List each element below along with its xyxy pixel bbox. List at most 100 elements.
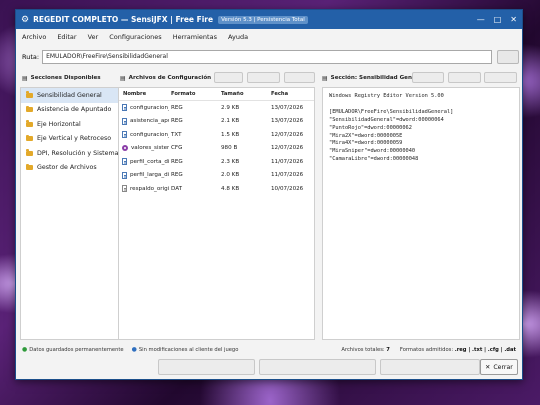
- folder-icon: [26, 105, 33, 113]
- file-date: 13/07/2026: [271, 118, 304, 125]
- path-input[interactable]: EMULADOR\FreeFire\SensibilidadGeneral: [42, 50, 493, 64]
- editor-action-button-2[interactable]: [448, 72, 481, 83]
- document-icon: ▤: [322, 74, 328, 82]
- file-name: perfil_larga_distancia.reg: [130, 172, 169, 179]
- file-name: perfil_corta_distancia.reg: [130, 158, 169, 165]
- table-row[interactable]: perfil_larga_distancia.regREG 2.0 KB 11/07…: [119, 169, 314, 183]
- minimize-icon[interactable]: —: [477, 15, 485, 24]
- section-item-asistencia[interactable]: Asistencia de Apuntado: [21, 103, 128, 118]
- close-x-icon: ✕: [485, 363, 491, 371]
- reg-file-icon: [122, 104, 127, 112]
- file-date: 11/07/2026: [271, 158, 304, 165]
- close-button[interactable]: ✕ Cerrar: [480, 359, 518, 375]
- section-item-eje-horizontal[interactable]: Eje Horizontal: [21, 117, 128, 132]
- table-row[interactable]: perfil_corta_distancia.regREG 2.3 KB 11/07…: [119, 155, 314, 169]
- file-name-cell: respaldo_original.dat: [119, 185, 169, 193]
- file-name-cell: asistencia_apuntado.reg: [119, 117, 169, 125]
- file-name: respaldo_original.dat: [130, 185, 169, 192]
- folder-icon: [26, 163, 33, 171]
- close-icon[interactable]: ✕: [510, 15, 517, 24]
- file-date: 12/07/2026: [271, 131, 304, 138]
- footer-bar: ✕ Cerrar: [16, 359, 522, 379]
- file-format: REG: [171, 104, 183, 111]
- section-label: Eje Horizontal: [37, 120, 81, 128]
- file-name: asistencia_apuntado.reg: [130, 118, 169, 125]
- editor-action-button-1[interactable]: [412, 72, 444, 83]
- folder-icon: [26, 149, 33, 156]
- reg-file-icon: [122, 131, 127, 139]
- file-format: REG: [171, 172, 183, 179]
- window-title: REGEDIT COMPLETO — SensiJFX | Free Fire: [33, 15, 214, 24]
- column-date[interactable]: Fecha: [267, 91, 313, 97]
- footer-button-1[interactable]: [158, 359, 255, 375]
- file-size: 980 B: [221, 145, 238, 152]
- status-total: Archivos totales: 7: [341, 346, 390, 353]
- dat-file-icon: [122, 185, 127, 193]
- menu-ver[interactable]: Ver: [88, 33, 99, 41]
- editor-header: ▤ Sección: Sensibilidad General: [322, 71, 424, 85]
- table-row[interactable]: configuracion_dpi.txtTXT 1.5 KB 12/07/2026: [119, 128, 314, 142]
- section-label: DPI, Resolución y Sistema: [37, 149, 119, 157]
- file-name: configuracion_base.reg: [130, 104, 169, 111]
- menu-configuraciones[interactable]: Configuraciones: [109, 33, 162, 41]
- path-go-button[interactable]: [497, 50, 520, 64]
- file-name-cell: configuracion_dpi.txt: [119, 131, 169, 139]
- files-action-button-2[interactable]: [247, 72, 280, 83]
- menu-herramientas[interactable]: Herramientas: [173, 33, 217, 41]
- file-format: TXT: [171, 131, 182, 138]
- menu-archivo[interactable]: Archivo: [22, 33, 46, 41]
- file-name-cell: valores_sistema.cfg: [119, 145, 169, 152]
- status-client: Sin modificaciones al cliente del juego: [138, 346, 239, 353]
- file-size: 4.8 KB: [221, 185, 240, 192]
- file-date: 13/07/2026: [271, 104, 304, 111]
- footer-button-2[interactable]: [259, 359, 376, 375]
- sections-header: ▤ Secciones Disponibles: [22, 71, 101, 85]
- maximize-icon[interactable]: □: [494, 15, 502, 24]
- file-format: REG: [171, 158, 183, 165]
- registry-editor[interactable]: Windows Registry Editor Version 5.00 [EM…: [322, 87, 520, 340]
- column-size[interactable]: Tamaño: [219, 91, 267, 97]
- shield-icon: ●: [131, 346, 137, 353]
- files-table-body: configuracion_base.regREG2.9 KB13/07/202…: [119, 101, 314, 196]
- status-bar: ● Datos guardados permanentemente ● Sin …: [16, 343, 522, 356]
- file-date: 10/07/2026: [271, 185, 304, 192]
- section-label: Sensibilidad General: [37, 91, 102, 99]
- section-item-dpi[interactable]: DPI, Resolución y Sistema: [21, 146, 128, 161]
- files-icon: ▤: [120, 74, 126, 82]
- table-row[interactable]: respaldo_original.datDAT 4.8 KB 10/07/2026: [119, 182, 314, 196]
- table-row[interactable]: valores_sistema.cfgCFG 980 B 12/07/2026: [119, 142, 314, 156]
- version-badge: Versión 5.3 | Persistencia Total: [218, 15, 308, 24]
- menu-editar[interactable]: Editar: [57, 33, 76, 41]
- file-date: 12/07/2026: [271, 145, 304, 152]
- close-button-label: Cerrar: [493, 363, 513, 371]
- folder-icon: [26, 91, 33, 98]
- footer-button-3[interactable]: [380, 359, 480, 375]
- section-item-eje-vertical[interactable]: Eje Vertical y Retroceso: [21, 132, 128, 147]
- column-name[interactable]: Nombre: [119, 91, 169, 97]
- files-action-button-1[interactable]: [214, 72, 243, 83]
- files-action-button-3[interactable]: [284, 72, 315, 83]
- file-size: 2.3 KB: [221, 158, 240, 165]
- editor-action-button-3[interactable]: [484, 72, 517, 83]
- path-label: Ruta:: [22, 53, 40, 61]
- file-size: 1.5 KB: [221, 131, 240, 138]
- section-item-gestor[interactable]: Gestor de Archivos: [21, 161, 128, 176]
- files-table: Nombre Formato Tamaño Fecha configuracio…: [118, 87, 315, 340]
- table-row[interactable]: configuracion_base.regREG 2.9 KB 13/07/202…: [119, 101, 314, 115]
- section-item-sensibilidad[interactable]: Sensibilidad General: [21, 88, 128, 103]
- column-format[interactable]: Formato: [169, 91, 219, 97]
- files-table-header: Nombre Formato Tamaño Fecha: [119, 88, 314, 101]
- title-bar: ⚙ REGEDIT COMPLETO — SensiJFX | Free Fir…: [16, 10, 522, 29]
- file-name: valores_sistema.cfg: [131, 145, 169, 152]
- status-right: Archivos totales: 7 Formatos admitidos: …: [341, 347, 522, 353]
- editor-header-label: Sección: Sensibilidad General: [330, 75, 425, 81]
- file-size: 2.0 KB: [221, 172, 240, 179]
- section-label: Eje Vertical y Retroceso: [37, 135, 112, 143]
- file-format: DAT: [171, 185, 183, 192]
- file-name-cell: configuracion_base.reg: [119, 104, 169, 112]
- files-header: ▤ Archivos de Configuración: [120, 71, 211, 85]
- menu-bar: Archivo Editar Ver Configuraciones Herra…: [16, 29, 522, 44]
- table-row[interactable]: asistencia_apuntado.regREG 2.1 KB 13/07/20…: [119, 115, 314, 129]
- menu-ayuda[interactable]: Ayuda: [228, 33, 248, 41]
- folder-icon: [26, 134, 33, 142]
